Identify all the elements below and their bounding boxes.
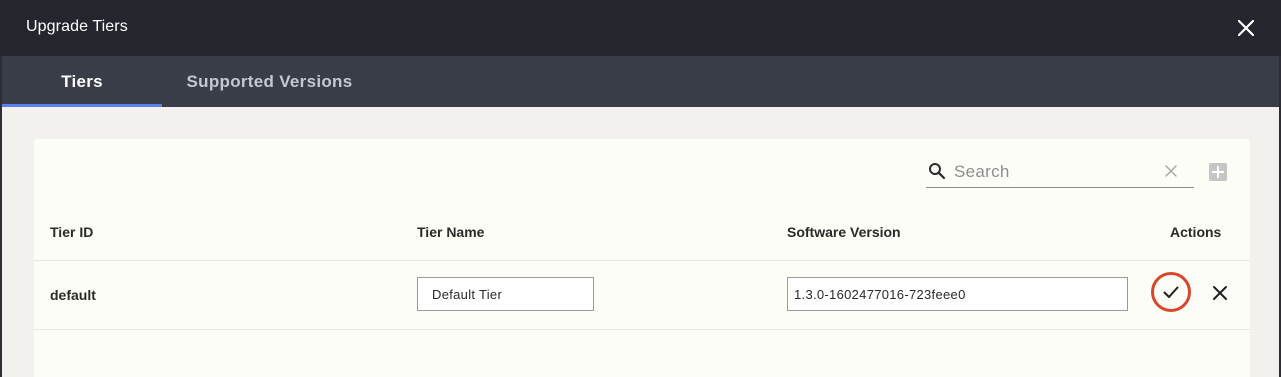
dialog-header: Upgrade Tiers bbox=[0, 0, 1281, 56]
upgrade-tiers-dialog: Upgrade Tiers Tiers Supported Versions S… bbox=[0, 0, 1281, 377]
search-box bbox=[926, 157, 1194, 188]
search-icon bbox=[929, 163, 946, 180]
tab-tiers[interactable]: Tiers bbox=[2, 56, 162, 107]
dialog-title: Upgrade Tiers bbox=[26, 18, 128, 35]
close-icon bbox=[1237, 19, 1255, 37]
clear-search-icon[interactable] bbox=[1164, 164, 1178, 178]
row-divider bbox=[34, 329, 1250, 330]
close-button[interactable] bbox=[1234, 16, 1258, 40]
save-row-button[interactable] bbox=[1151, 272, 1191, 312]
tier-name-input[interactable] bbox=[417, 277, 594, 311]
column-header-tier-id: Tier ID bbox=[50, 224, 94, 240]
tiers-card: Tier ID Tier Name Software Version Actio… bbox=[34, 139, 1250, 377]
x-icon bbox=[1213, 286, 1227, 300]
plus-icon bbox=[1212, 166, 1224, 178]
column-header-software-version: Software Version bbox=[787, 224, 901, 240]
dialog-left-edge bbox=[0, 56, 2, 377]
tier-id-cell: default bbox=[50, 287, 96, 303]
checkmark-icon bbox=[1163, 286, 1179, 298]
header-divider bbox=[34, 260, 1250, 261]
column-header-actions: Actions bbox=[1170, 224, 1222, 240]
active-tab-indicator bbox=[2, 104, 162, 107]
tab-bar: Tiers Supported Versions bbox=[0, 56, 1281, 107]
tab-supported-versions[interactable]: Supported Versions bbox=[162, 56, 377, 107]
add-tier-button[interactable] bbox=[1209, 163, 1227, 181]
software-version-input[interactable] bbox=[787, 277, 1128, 311]
search-input[interactable] bbox=[952, 159, 1156, 185]
cancel-row-button[interactable] bbox=[1212, 285, 1228, 301]
column-header-tier-name: Tier Name bbox=[417, 224, 485, 240]
